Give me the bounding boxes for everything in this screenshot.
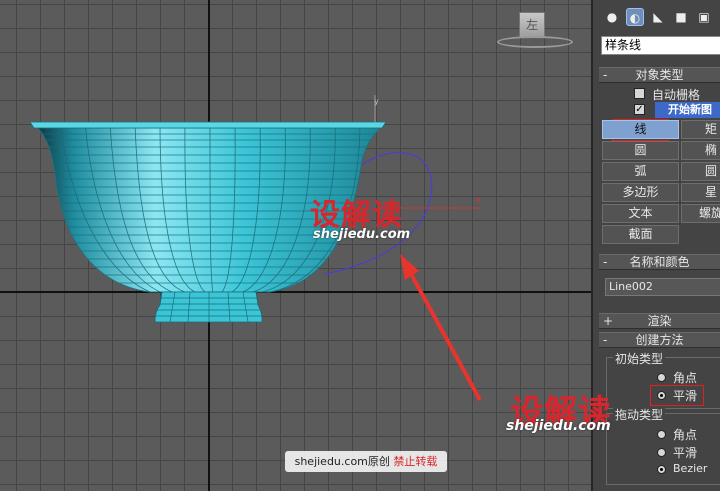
viewport-left[interactable]: y x 左 设解读 shejiedu.com shejiedu.com原创 禁止… (0, 0, 593, 491)
rollout-title: 名称和颜色 (629, 255, 690, 269)
svg-text:x: x (476, 195, 481, 204)
drag-bezier-radio[interactable] (657, 465, 666, 474)
rollout-object-type[interactable]: - 对象类型 (599, 67, 720, 83)
initial-corner-radio[interactable] (657, 373, 666, 382)
rollout-title: 渲染 (647, 314, 672, 328)
category-dropdown[interactable]: 样条线 (601, 36, 720, 55)
object-name-input[interactable]: Line002 (605, 278, 720, 296)
credit-banner: shejiedu.com原创 禁止转载 (285, 451, 447, 472)
rollout-title: 创建方法 (635, 333, 684, 347)
initial-corner-label: 角点 (673, 371, 698, 385)
light-icon[interactable]: ◣ (649, 8, 667, 26)
object-type-button[interactable]: 圆 (681, 162, 720, 181)
scene-geometry: y x (29, 95, 482, 401)
drag-corner-radio[interactable] (657, 430, 666, 439)
object-type-button[interactable]: 文本 (602, 204, 679, 223)
camera-icon[interactable]: ■ (672, 8, 690, 26)
object-type-button[interactable]: 截面 (602, 225, 679, 244)
drag-smooth-radio[interactable] (657, 448, 666, 457)
initial-type-label: 初始类型 (613, 350, 666, 367)
rollout-creation-method[interactable]: - 创建方法 (599, 332, 720, 348)
viewcube[interactable]: 左 (497, 8, 573, 50)
object-type-button[interactable]: 椭 (681, 141, 720, 160)
drag-bezier-label: Bezier (673, 462, 708, 475)
rollout-rendering[interactable]: + 渲染 (599, 313, 720, 329)
helper-icon[interactable]: ▣ (695, 8, 713, 26)
drag-type-label: 拖动类型 (613, 406, 666, 423)
credit-notice: 禁止转载 (393, 455, 438, 468)
viewcube-compass-ring[interactable] (497, 36, 573, 48)
create-icon[interactable]: ◐ (626, 8, 644, 26)
rollout-title: 对象类型 (635, 68, 684, 82)
svg-text:y: y (374, 97, 379, 106)
annotation-arrow (400, 254, 482, 401)
start-new-shape-checkbox[interactable]: ✓ (634, 104, 645, 115)
autogrid-checkbox[interactable] (634, 88, 645, 99)
object-type-button[interactable]: 圆 (602, 141, 679, 160)
create-category-tabs: ● ◐ ◣ ■ ▣ (593, 0, 720, 32)
watermark-url: shejiedu.com (506, 418, 611, 434)
drag-corner-label: 角点 (673, 428, 698, 442)
object-type-button[interactable]: 星 (681, 183, 720, 202)
watermark-url: shejiedu.com (313, 227, 411, 242)
autogrid-label: 自动栅格 (652, 88, 701, 102)
viewcube-face-left[interactable]: 左 (519, 12, 545, 38)
object-type-button[interactable]: 矩 (681, 120, 720, 139)
start-new-shape-button[interactable]: 开始新图 (655, 102, 720, 118)
credit-site: shejiedu.com原创 (294, 455, 390, 468)
object-type-button[interactable]: 弧 (602, 162, 679, 181)
highlight-smooth-option (650, 385, 704, 406)
drag-smooth-label: 平滑 (673, 446, 698, 460)
sphere-icon[interactable]: ● (603, 8, 621, 26)
rollout-name-color[interactable]: - 名称和颜色 (599, 254, 720, 270)
object-type-button[interactable]: 多边形 (602, 183, 679, 202)
object-type-button[interactable]: 线 (602, 120, 679, 139)
object-type-button[interactable]: 螺旋 (681, 204, 720, 223)
